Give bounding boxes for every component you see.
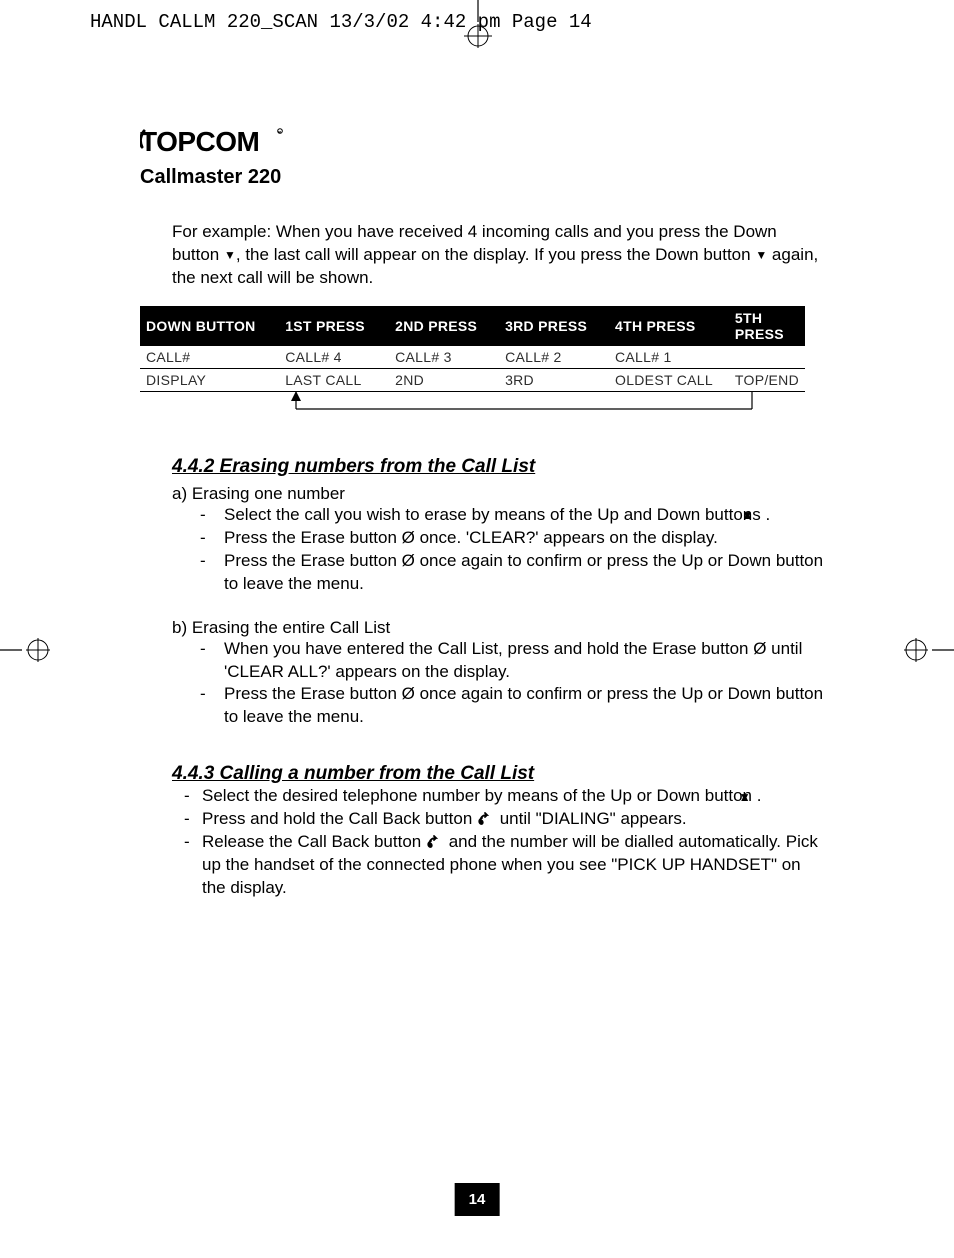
cell: 2ND xyxy=(389,368,499,391)
list-item: Select the desired telephone number by m… xyxy=(184,785,825,808)
list-item: Press the Erase button Ø once again to c… xyxy=(200,683,825,729)
cell: CALL# xyxy=(140,346,279,369)
cell: 3RD xyxy=(499,368,609,391)
th-2nd: 2ND PRESS xyxy=(389,306,499,346)
intro-text-2: , the last call will appear on the displ… xyxy=(236,245,755,264)
table-row-call: CALL# CALL# 4 CALL# 3 CALL# 2 CALL# 1 xyxy=(140,346,805,369)
registration-mark-left xyxy=(0,636,56,669)
cell: CALL# 4 xyxy=(279,346,389,369)
cell: DISPLAY xyxy=(140,368,279,391)
cell: LAST CALL xyxy=(279,368,389,391)
text: Release the Call Back button xyxy=(202,832,426,851)
text: . xyxy=(757,786,762,805)
svg-text:R: R xyxy=(278,130,281,135)
list-442b: When you have entered the Call List, pre… xyxy=(140,638,825,730)
loop-arrow-icon xyxy=(140,391,825,422)
registration-mark-right xyxy=(898,636,954,669)
th-1st: 1ST PRESS xyxy=(279,306,389,346)
list-443: Select the desired telephone number by m… xyxy=(140,785,825,900)
callback-icon xyxy=(426,832,444,851)
list-item: When you have entered the Call List, pre… xyxy=(200,638,825,684)
intro-paragraph: For example: When you have received 4 in… xyxy=(140,221,825,290)
cell: CALL# 2 xyxy=(499,346,609,369)
svg-text:TOPCOM: TOPCOM xyxy=(140,126,259,157)
label-b: b) Erasing the entire Call List xyxy=(140,618,825,638)
th-5th: 5TH PRESS xyxy=(729,306,805,346)
cell: CALL# 1 xyxy=(609,346,729,369)
down-triangle-icon: ▼ xyxy=(755,247,767,263)
cell: OLDEST CALL xyxy=(609,368,729,391)
list-442a: Select the call you wish to erase by mea… xyxy=(140,504,825,596)
text: Press and hold the Call Back button xyxy=(202,809,477,828)
text: Select the call you wish to erase by mea… xyxy=(224,505,765,524)
registration-mark-top xyxy=(464,0,492,60)
printer-slug: HANDL CALLM 220_SCAN 13/3/02 4:42 pm Pag… xyxy=(90,11,592,33)
call-list-table: DOWN BUTTON 1ST PRESS 2ND PRESS 3RD PRES… xyxy=(140,306,805,392)
list-item: Select the call you wish to erase by mea… xyxy=(200,504,825,527)
th-down-button: DOWN BUTTON xyxy=(140,306,279,346)
table-header-row: DOWN BUTTON 1ST PRESS 2ND PRESS 3RD PRES… xyxy=(140,306,805,346)
label-a: a) Erasing one number xyxy=(140,484,825,504)
list-item: Press and hold the Call Back button unti… xyxy=(184,808,825,831)
text: until "DIALING" appears. xyxy=(495,809,687,828)
cell: CALL# 3 xyxy=(389,346,499,369)
th-4th: 4TH PRESS xyxy=(609,306,729,346)
brand-logo: TOPCOM R xyxy=(140,125,825,163)
cell: TOP/END xyxy=(729,368,805,391)
cell xyxy=(729,346,805,369)
text: . xyxy=(765,505,770,524)
down-triangle-icon: ▼ xyxy=(224,247,236,263)
list-item: Release the Call Back button and the num… xyxy=(184,831,825,900)
product-name: Callmaster 220 xyxy=(140,166,825,189)
page-number: 14 xyxy=(455,1183,500,1216)
list-item: Press the Erase button Ø once again to c… xyxy=(200,550,825,596)
text: Select the desired telephone number by m… xyxy=(202,786,757,805)
heading-443: 4.4.3 Calling a number from the Call Lis… xyxy=(140,763,825,785)
th-3rd: 3RD PRESS xyxy=(499,306,609,346)
heading-442: 4.4.2 Erasing numbers from the Call List xyxy=(140,456,825,478)
table-row-display: DISPLAY LAST CALL 2ND 3RD OLDEST CALL TO… xyxy=(140,368,805,391)
list-item: Press the Erase button Ø once. 'CLEAR?' … xyxy=(200,527,825,550)
callback-icon xyxy=(477,809,495,828)
